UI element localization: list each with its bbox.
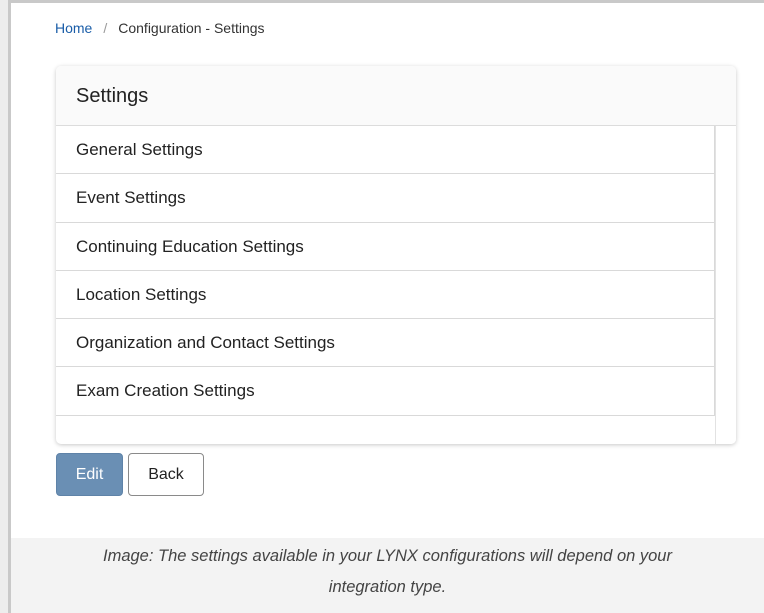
settings-card-title: Settings [56,66,736,126]
breadcrumb-current: Configuration - Settings [118,20,265,36]
breadcrumb-home-link[interactable]: Home [55,20,92,36]
settings-list-container: General Settings Event Settings Continui… [56,126,736,444]
settings-card: Settings General Settings Event Settings… [56,66,736,444]
back-button[interactable]: Back [128,453,204,496]
settings-item-event[interactable]: Event Settings [56,174,715,223]
breadcrumb-separator: / [103,20,108,36]
image-caption: Image: The settings available in your LY… [11,541,764,603]
settings-item-exam-creation[interactable]: Exam Creation Settings [56,367,715,416]
settings-screen: Home / Configuration - Settings Settings… [11,0,764,538]
settings-item-organization-contact[interactable]: Organization and Contact Settings [56,319,715,368]
caption-line-1: Image: The settings available in your LY… [103,547,672,565]
caption-line-2: integration type. [328,578,447,596]
documentation-frame: Home / Configuration - Settings Settings… [8,0,764,613]
settings-item-general[interactable]: General Settings [56,126,715,175]
settings-list: General Settings Event Settings Continui… [56,126,715,416]
edit-button[interactable]: Edit [56,453,123,496]
settings-item-continuing-education[interactable]: Continuing Education Settings [56,222,715,271]
settings-item-location[interactable]: Location Settings [56,270,715,320]
list-scrollbar[interactable] [715,126,736,444]
breadcrumb: Home / Configuration - Settings [55,20,265,36]
